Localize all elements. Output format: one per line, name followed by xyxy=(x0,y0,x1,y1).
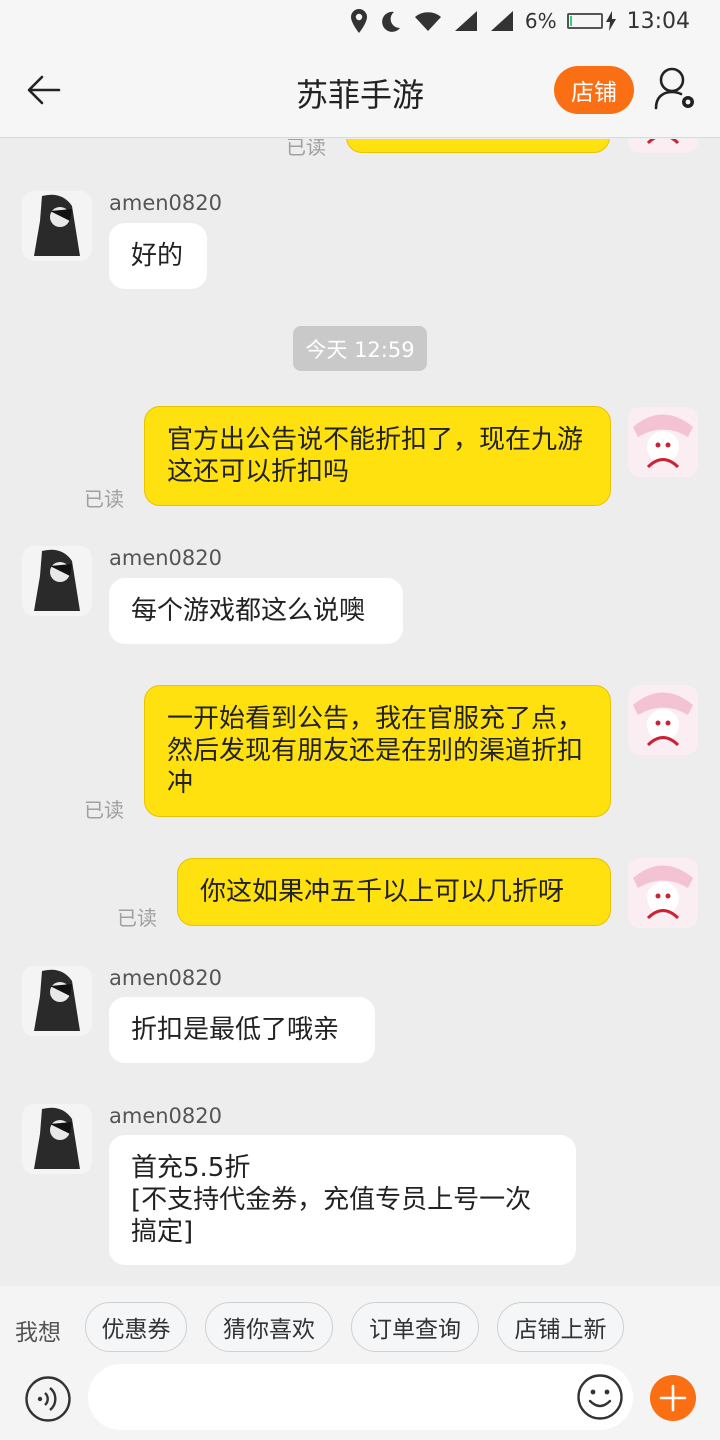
quick-reply-order-query[interactable]: 订单查询 xyxy=(351,1302,479,1352)
my-avatar xyxy=(628,407,698,477)
quick-reply-bar: 我想 优惠券 猜你喜欢 订单查询 店铺上新 xyxy=(0,1286,720,1368)
my-avatar xyxy=(628,858,698,928)
message-bubble[interactable]: 每个游戏都这么说噢 xyxy=(109,578,403,644)
contact-avatar xyxy=(22,191,92,261)
message-bubble[interactable]: 折扣是最低了哦亲 xyxy=(109,997,375,1063)
do-not-disturb-moon-icon xyxy=(381,11,400,32)
plus-icon xyxy=(659,1384,687,1412)
sender-name: amen0820 xyxy=(109,546,222,570)
message-bubble[interactable]: 首充5.5折 [不支持代金券，充值专员上号一次搞定] xyxy=(109,1135,576,1265)
status-icons: 6% 13:04 xyxy=(349,6,690,36)
read-status: 已读 xyxy=(117,906,157,930)
my-avatar xyxy=(628,685,698,755)
charging-bolt-icon xyxy=(605,11,616,31)
location-icon xyxy=(350,9,367,33)
battery-percent: 6% xyxy=(524,9,557,33)
user-settings-button[interactable] xyxy=(650,64,700,114)
time-divider: 今天 12:59 xyxy=(293,326,427,371)
user-settings-icon xyxy=(654,67,694,110)
status-bar: 6% 13:04 xyxy=(0,0,720,42)
read-status: 已读 xyxy=(84,487,124,511)
message-bubble[interactable]: 你这如果冲五千以上可以几折呀 xyxy=(177,858,611,926)
voice-icon xyxy=(25,1376,71,1422)
partial-read-status: 已读 xyxy=(286,139,326,159)
message-bubble[interactable]: 一开始看到公告，我在官服充了点，然后发现有朋友还是在别的渠道折扣冲 xyxy=(144,685,611,817)
voice-button[interactable] xyxy=(24,1375,72,1423)
contact-avatar xyxy=(22,546,92,616)
wifi-icon xyxy=(414,12,441,31)
quick-reply-guess-you-like[interactable]: 猜你喜欢 xyxy=(205,1302,333,1352)
plus-button[interactable] xyxy=(650,1375,696,1421)
contact-avatar xyxy=(22,966,92,1036)
read-status: 已读 xyxy=(84,798,124,822)
emoji-icon xyxy=(577,1374,623,1420)
sender-name: amen0820 xyxy=(109,191,222,215)
signal-icon-2 xyxy=(490,11,513,31)
message-input[interactable] xyxy=(88,1364,633,1430)
nav-bar: 苏菲手游 店铺 xyxy=(0,42,720,138)
contact-avatar xyxy=(22,1104,92,1174)
sender-name: amen0820 xyxy=(109,1104,222,1128)
quick-reply-label: 我想 xyxy=(15,1320,61,1346)
battery-icon xyxy=(566,13,603,29)
partial-message-bubble xyxy=(346,139,610,153)
chat-area[interactable]: 已读 amen0820 好的 今天 12:59 官方出公告说不能折扣了，现在九游… xyxy=(0,139,720,1286)
battery-level-fill xyxy=(569,16,572,26)
message-bubble[interactable]: 官方出公告说不能折扣了，现在九游这还可以折扣吗 xyxy=(144,406,611,506)
my-avatar xyxy=(628,139,698,153)
sender-name: amen0820 xyxy=(109,966,222,990)
emoji-button[interactable] xyxy=(576,1373,624,1421)
shop-button[interactable]: 店铺 xyxy=(554,66,634,114)
input-bar xyxy=(0,1364,720,1440)
quick-reply-new-arrivals[interactable]: 店铺上新 xyxy=(497,1302,624,1352)
signal-icon-1 xyxy=(454,11,477,31)
status-time: 13:04 xyxy=(626,8,690,34)
quick-reply-coupon[interactable]: 优惠券 xyxy=(85,1302,187,1352)
message-bubble[interactable]: 好的 xyxy=(109,223,207,289)
